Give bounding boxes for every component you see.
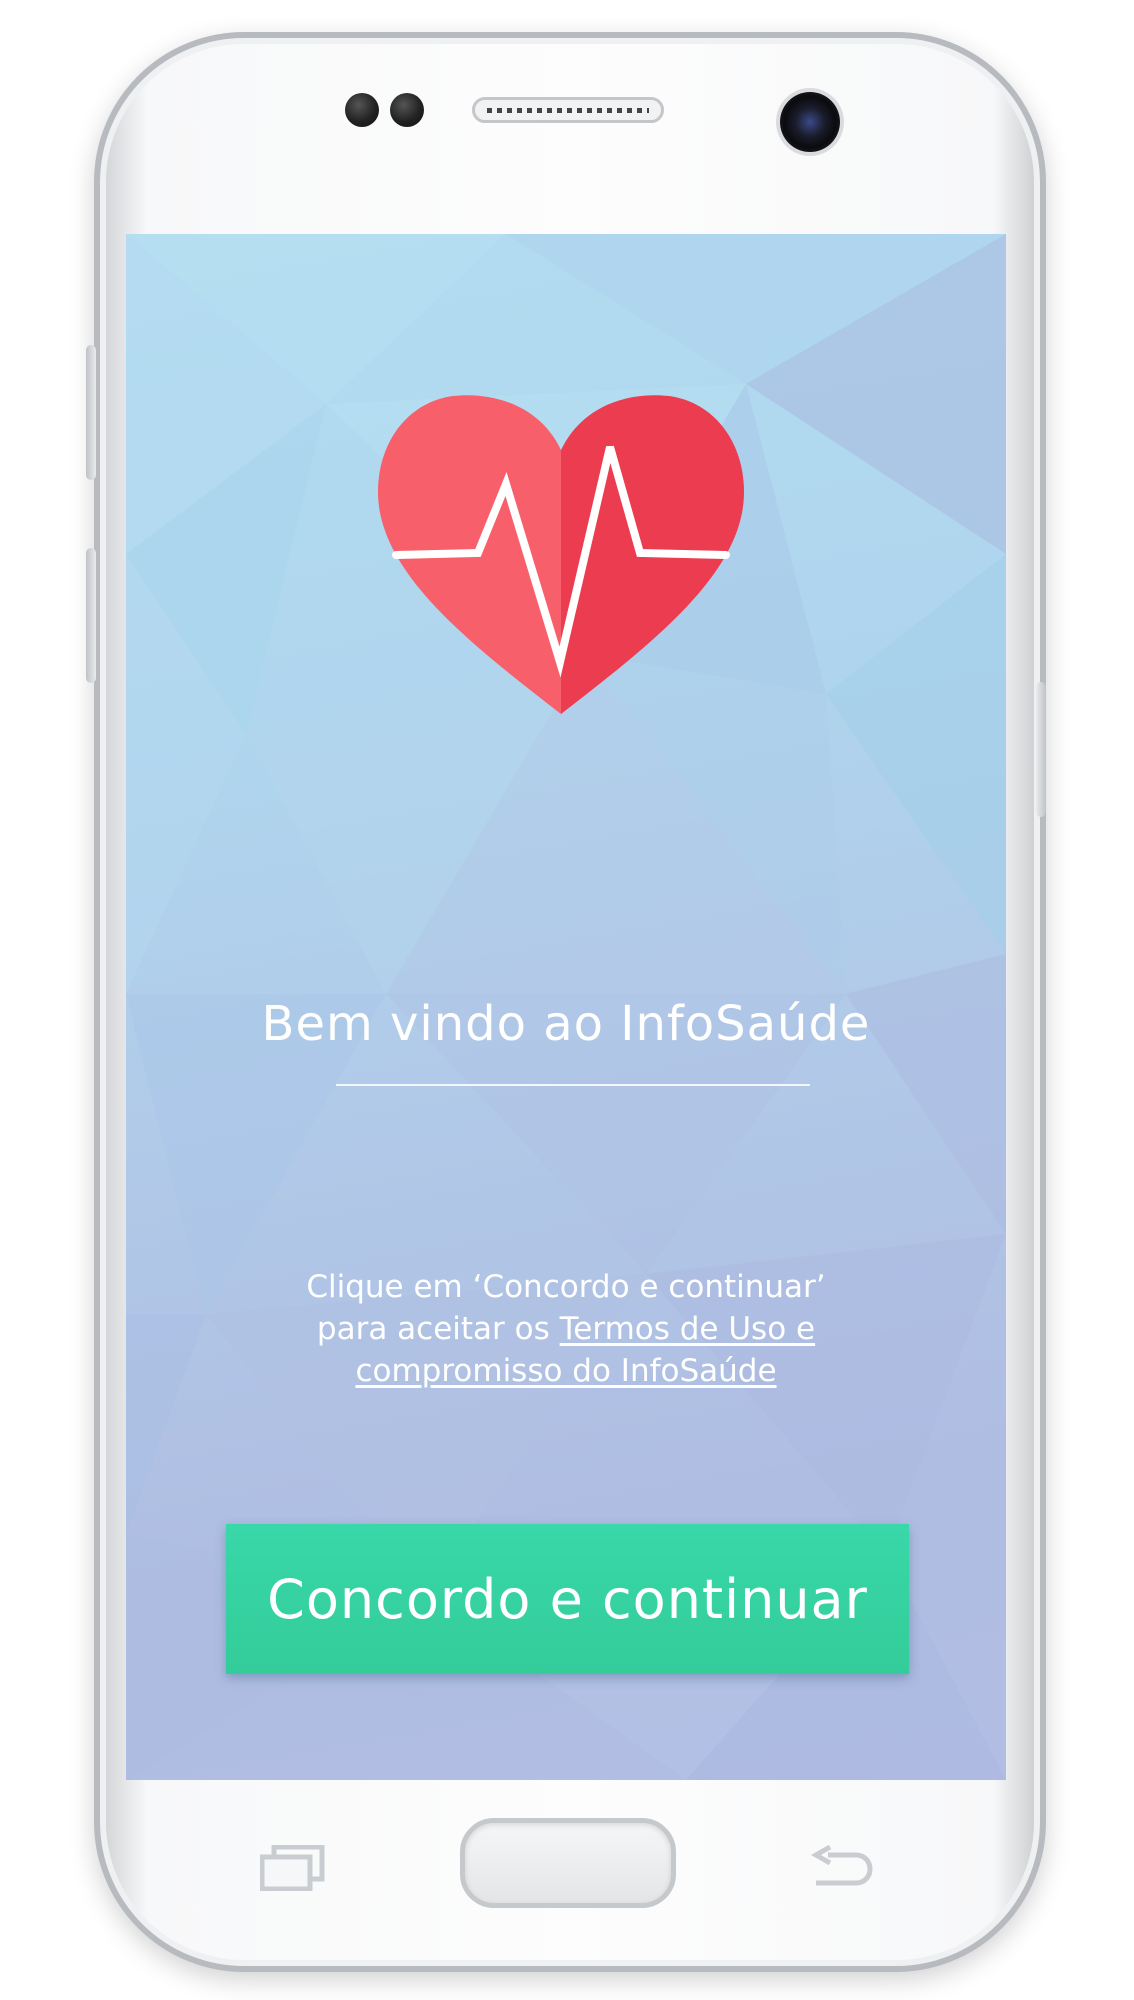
proximity-sensor xyxy=(345,93,379,127)
terms-of-use-link[interactable]: Termos de Uso e xyxy=(560,1311,815,1347)
recents-icon[interactable] xyxy=(259,1844,326,1892)
back-icon[interactable] xyxy=(808,1844,874,1891)
light-sensor xyxy=(390,93,424,127)
volume-down-key[interactable] xyxy=(86,548,96,683)
welcome-title: Bem vindo ao InfoSaúde xyxy=(261,996,871,1052)
volume-up-key[interactable] xyxy=(86,345,96,480)
terms-line-1: Clique em ‘Concordo e continuar’ xyxy=(306,1269,826,1305)
terms-prefix: para aceitar os xyxy=(316,1311,550,1347)
terms-of-use-link-continued[interactable]: compromisso do InfoSaúde xyxy=(355,1353,776,1389)
terms-line-2: para aceitar os Termos de Uso e xyxy=(126,1308,1006,1350)
title-divider xyxy=(336,1084,810,1086)
front-camera xyxy=(780,92,840,152)
agree-and-continue-button[interactable]: Concordo e continuar xyxy=(226,1524,909,1674)
power-key[interactable] xyxy=(1036,682,1046,817)
home-button[interactable] xyxy=(460,1818,676,1908)
terms-message: Clique em ‘Concordo e continuar’ para ac… xyxy=(126,1266,1006,1392)
app-screen: Bem vindo ao InfoSaúde Clique em ‘Concor… xyxy=(126,234,1006,1780)
heart-pulse-icon xyxy=(378,392,744,714)
terms-line-3: compromisso do InfoSaúde xyxy=(126,1350,1006,1392)
earpiece-speaker xyxy=(472,97,664,123)
